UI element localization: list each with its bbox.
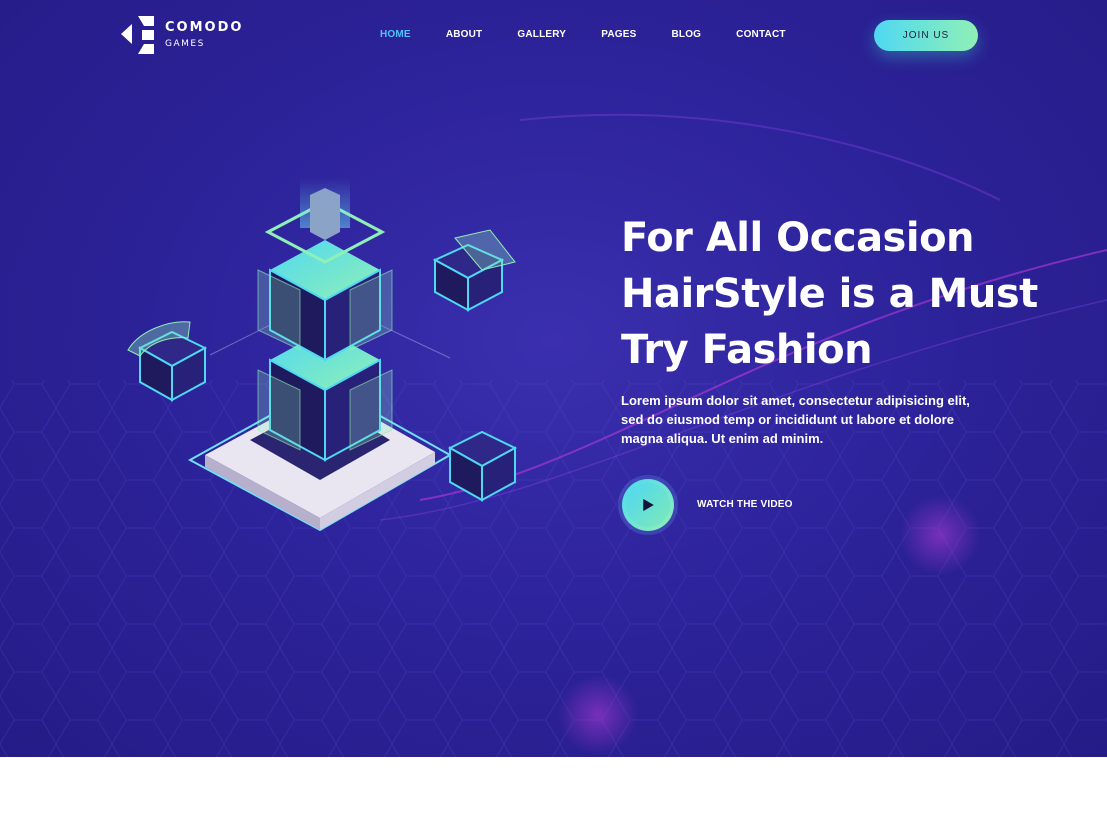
- headline-line-2: HairStyle is a Must: [621, 271, 1038, 317]
- hero-headline: For All Occasion HairStyle is a Must Try…: [621, 210, 1041, 378]
- nav-item-home[interactable]: HOME: [380, 29, 411, 40]
- below-fold-section: [0, 757, 1107, 825]
- brand-subtitle: GAMES: [165, 39, 205, 49]
- play-icon: [642, 498, 654, 512]
- nav-item-blog[interactable]: BLOG: [671, 29, 701, 40]
- hero-section: COMODO GAMES HOME ABOUT GALLERY PAGES BL…: [0, 0, 1107, 757]
- hero-description: Lorem ipsum dolor sit amet, consectetur …: [621, 393, 970, 446]
- main-nav: HOME ABOUT GALLERY PAGES BLOG CONTACT: [380, 29, 821, 40]
- isometric-tower-illustration: [127, 178, 518, 532]
- play-button-inner: [626, 483, 670, 527]
- logo-icon: [121, 16, 154, 54]
- headline-line-3: Try Fashion: [621, 327, 873, 373]
- join-us-button[interactable]: JOIN US: [874, 20, 978, 51]
- nav-item-pages[interactable]: PAGES: [601, 29, 636, 40]
- nav-item-about[interactable]: ABOUT: [446, 29, 483, 40]
- brand-logo[interactable]: COMODO GAMES: [118, 14, 241, 58]
- headline-line-1: For All Occasion: [621, 215, 975, 261]
- brand-name: COMODO: [165, 20, 244, 35]
- play-video-button[interactable]: [622, 479, 674, 531]
- watch-video-link[interactable]: WATCH THE VIDEO: [697, 499, 793, 510]
- nav-item-contact[interactable]: CONTACT: [736, 29, 786, 40]
- nav-item-gallery[interactable]: GALLERY: [517, 29, 566, 40]
